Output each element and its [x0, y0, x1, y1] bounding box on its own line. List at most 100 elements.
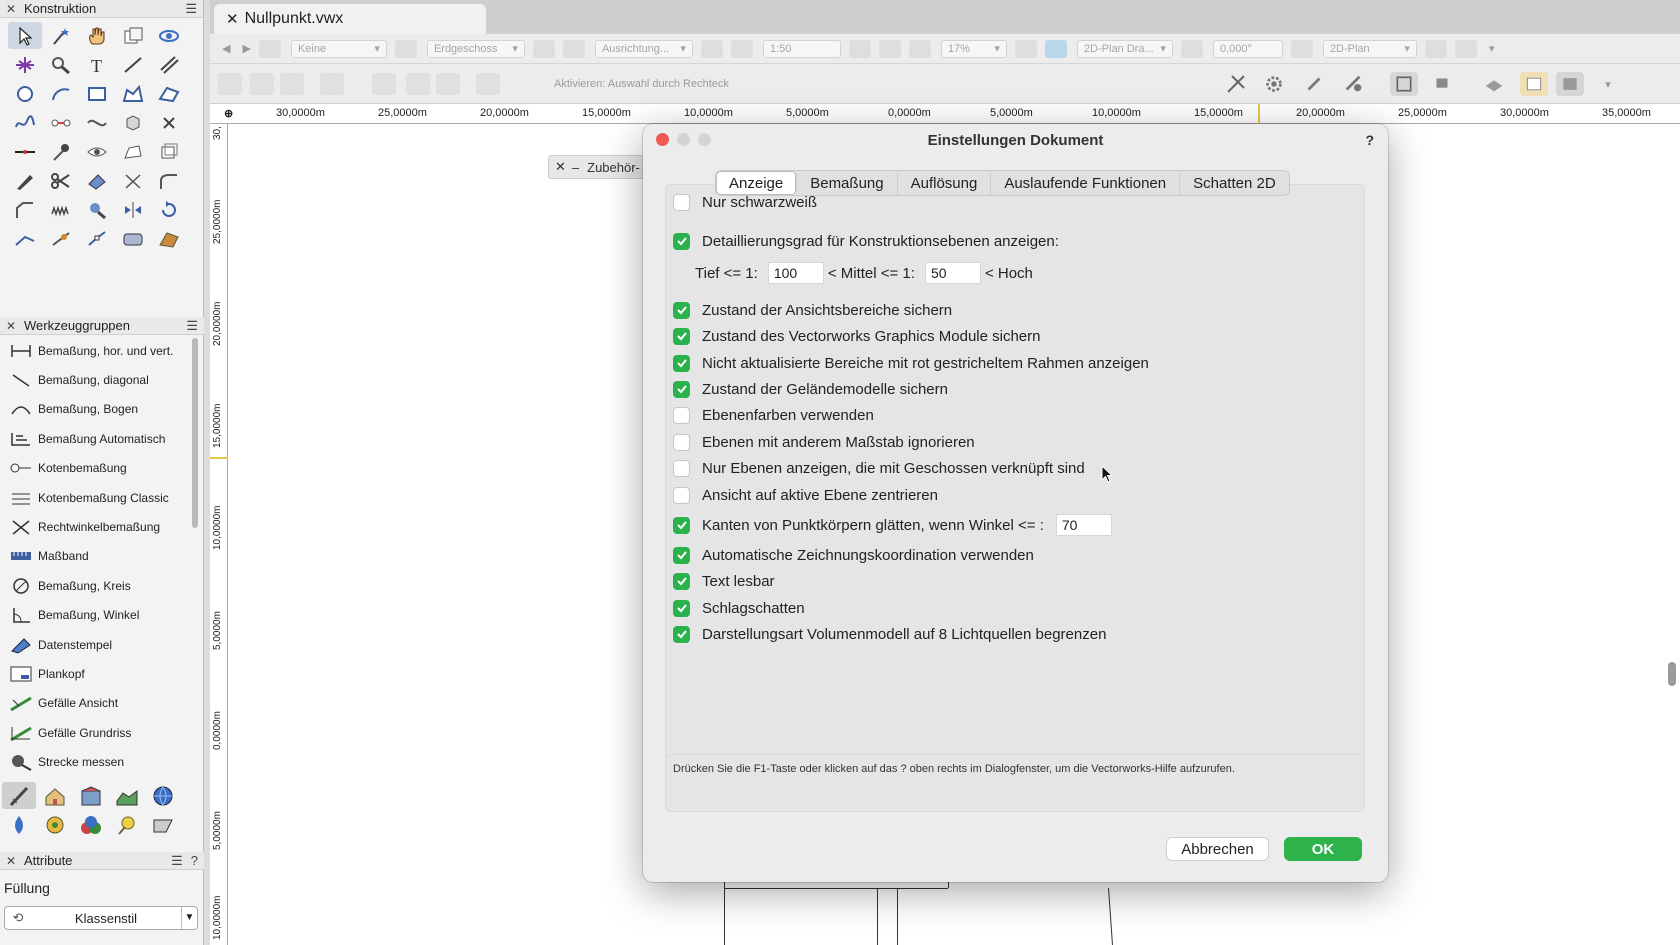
furniture-icon[interactable]	[74, 782, 108, 809]
move-points-icon[interactable]	[80, 225, 114, 252]
rectangle-select-icon[interactable]	[320, 73, 344, 95]
spiral-icon[interactable]	[44, 109, 78, 136]
close-icon[interactable]: ✕	[6, 854, 18, 868]
back-arrow-icon[interactable]: ◀	[222, 42, 230, 55]
site-model-icon[interactable]	[110, 782, 144, 809]
highlight-icon[interactable]	[1520, 72, 1548, 96]
align-select[interactable]: Ausrichtung... ▾	[594, 39, 693, 58]
close-icon[interactable]: ✕	[6, 2, 18, 16]
document-tab[interactable]: ✕ Nullpunkt.vwx	[214, 4, 486, 34]
eyedropper-icon[interactable]	[44, 138, 78, 165]
polygon-select-icon[interactable]	[436, 73, 460, 95]
list-item[interactable]: Kotenbemaßung Classic	[0, 483, 194, 512]
option-schlagschatten[interactable]: Schlagschatten	[673, 597, 805, 619]
split-icon[interactable]	[44, 225, 78, 252]
frame-icon[interactable]	[116, 225, 150, 252]
flyover-icon[interactable]	[152, 22, 186, 49]
option-lichtquellen[interactable]: Darstellungsart Volumenmodell auf 8 Lich…	[673, 623, 1106, 645]
text-icon[interactable]: T	[80, 51, 114, 78]
tief-input[interactable]: 100	[767, 262, 824, 284]
option-ebenenfarben[interactable]: Ebenenfarben verwenden	[673, 404, 874, 426]
line-icon[interactable]	[116, 51, 150, 78]
close-icon[interactable]: ✕	[226, 10, 239, 28]
zoom-select[interactable]: 17% ▾	[940, 39, 1007, 58]
dimension-line-icon[interactable]	[8, 138, 42, 165]
polygon-icon[interactable]	[116, 80, 150, 107]
list-item[interactable]: Bemaßung, hor. und vert.	[0, 336, 194, 365]
chevron-down-icon[interactable]: ▾	[1489, 42, 1495, 55]
checkbox[interactable]	[673, 354, 690, 372]
list-item[interactable]: Gefälle Grundriss	[0, 718, 194, 747]
trim-icon[interactable]	[116, 167, 150, 194]
pan-hand-icon[interactable]	[80, 22, 114, 49]
zoom-objects-icon[interactable]	[878, 39, 901, 58]
scale-icon[interactable]	[730, 39, 753, 58]
checkbox[interactable]	[673, 599, 690, 617]
list-item[interactable]: Bemaßung Automatisch	[0, 424, 194, 453]
gear-nature-icon[interactable]	[38, 811, 72, 838]
tab-aufloesung[interactable]: Auflösung	[898, 171, 992, 195]
cross-icon[interactable]	[152, 109, 186, 136]
list-item[interactable]: Bemaßung, Kreis	[0, 571, 194, 600]
chevron-down-icon[interactable]: ▾	[1594, 72, 1622, 96]
detail-icon[interactable]	[146, 811, 180, 838]
pen-icon[interactable]	[8, 167, 42, 194]
align-icon[interactable]	[562, 39, 585, 58]
close-icon[interactable]: ✕	[6, 319, 18, 333]
floating-palette[interactable]: ✕ – Zubehör-	[548, 155, 644, 179]
ok-button[interactable]: OK	[1284, 837, 1362, 861]
lasso-icon[interactable]	[406, 73, 430, 95]
checkbox[interactable]	[673, 572, 690, 590]
snap-settings-icon[interactable]	[1340, 72, 1368, 96]
option-graphics-module[interactable]: Zustand des Vectorworks Graphics Module …	[673, 325, 1041, 347]
list-item[interactable]: Maßband	[0, 542, 194, 571]
light-settings-icon[interactable]	[1424, 39, 1447, 58]
werkzeuggruppen-scrollbar[interactable]	[192, 338, 198, 528]
canvas-scrollbar[interactable]	[1668, 662, 1676, 686]
fill-style-select[interactable]: ⟲ Klassenstil ▼	[4, 906, 198, 930]
grid-snap-icon[interactable]	[1390, 72, 1418, 96]
eraser-icon[interactable]	[80, 167, 114, 194]
layer-icon[interactable]	[394, 39, 417, 58]
reshape-icon[interactable]	[116, 138, 150, 165]
mirror-icon[interactable]	[80, 196, 114, 223]
gear-icon[interactable]	[1260, 72, 1288, 96]
magic-wand-icon[interactable]	[44, 22, 78, 49]
display-icon[interactable]	[1556, 72, 1584, 96]
lasso-rect-icon[interactable]	[372, 73, 396, 95]
render-spheres-icon[interactable]	[74, 811, 108, 838]
select-options-icon[interactable]	[476, 73, 500, 95]
attribute-mapping-icon[interactable]	[152, 225, 186, 252]
list-item[interactable]: Kotenbemaßung	[0, 454, 194, 483]
option-nur-schwarzweiss[interactable]: Nur schwarzweiß	[673, 191, 817, 213]
3d-object-icon[interactable]	[116, 109, 150, 136]
option-ansichtsbereiche[interactable]: Zustand der Ansichtsbereiche sichern	[673, 299, 952, 321]
fillet-icon[interactable]	[152, 167, 186, 194]
checkbox[interactable]	[673, 486, 690, 504]
option-zentrieren[interactable]: Ansicht auf aktive Ebene zentrieren	[673, 484, 938, 506]
globe-icon[interactable]	[146, 782, 180, 809]
class-icon[interactable]	[258, 39, 281, 58]
snap-points-icon[interactable]	[1428, 72, 1456, 96]
list-item[interactable]: Rechtwinkelbemaßung	[0, 512, 194, 541]
option-detaillierungsgrad[interactable]: Detaillierungsgrad für Konstruktionseben…	[673, 230, 1059, 252]
building-shell-icon[interactable]	[38, 782, 72, 809]
checkbox[interactable]	[673, 516, 690, 534]
tab-auslaufende-funktionen[interactable]: Auslaufende Funktionen	[991, 171, 1181, 195]
zoom-icon[interactable]	[44, 51, 78, 78]
chamfer-icon[interactable]	[8, 196, 42, 223]
checkbox[interactable]	[673, 625, 690, 643]
transform-mode-icon[interactable]	[250, 73, 274, 95]
zoom-fit-icon[interactable]	[848, 39, 871, 58]
camera-icon[interactable]	[1454, 39, 1477, 58]
option-kanten-glaetten[interactable]: Kanten von Punktkörpern glätten, wenn Wi…	[673, 514, 1116, 536]
drop-icon[interactable]	[2, 811, 36, 838]
list-item[interactable]: Bemaßung, Bogen	[0, 395, 194, 424]
visibility-icon[interactable]	[700, 39, 723, 58]
checkbox[interactable]	[673, 380, 690, 398]
select-arrow-icon[interactable]	[8, 22, 42, 49]
option-gelaendemodelle[interactable]: Zustand der Geländemodelle sichern	[673, 378, 948, 400]
layer-select[interactable]: Erdgeschoss ▾	[426, 39, 525, 58]
menu-icon[interactable]: ☰	[185, 1, 197, 17]
forward-arrow-icon[interactable]: ▶	[242, 42, 250, 55]
